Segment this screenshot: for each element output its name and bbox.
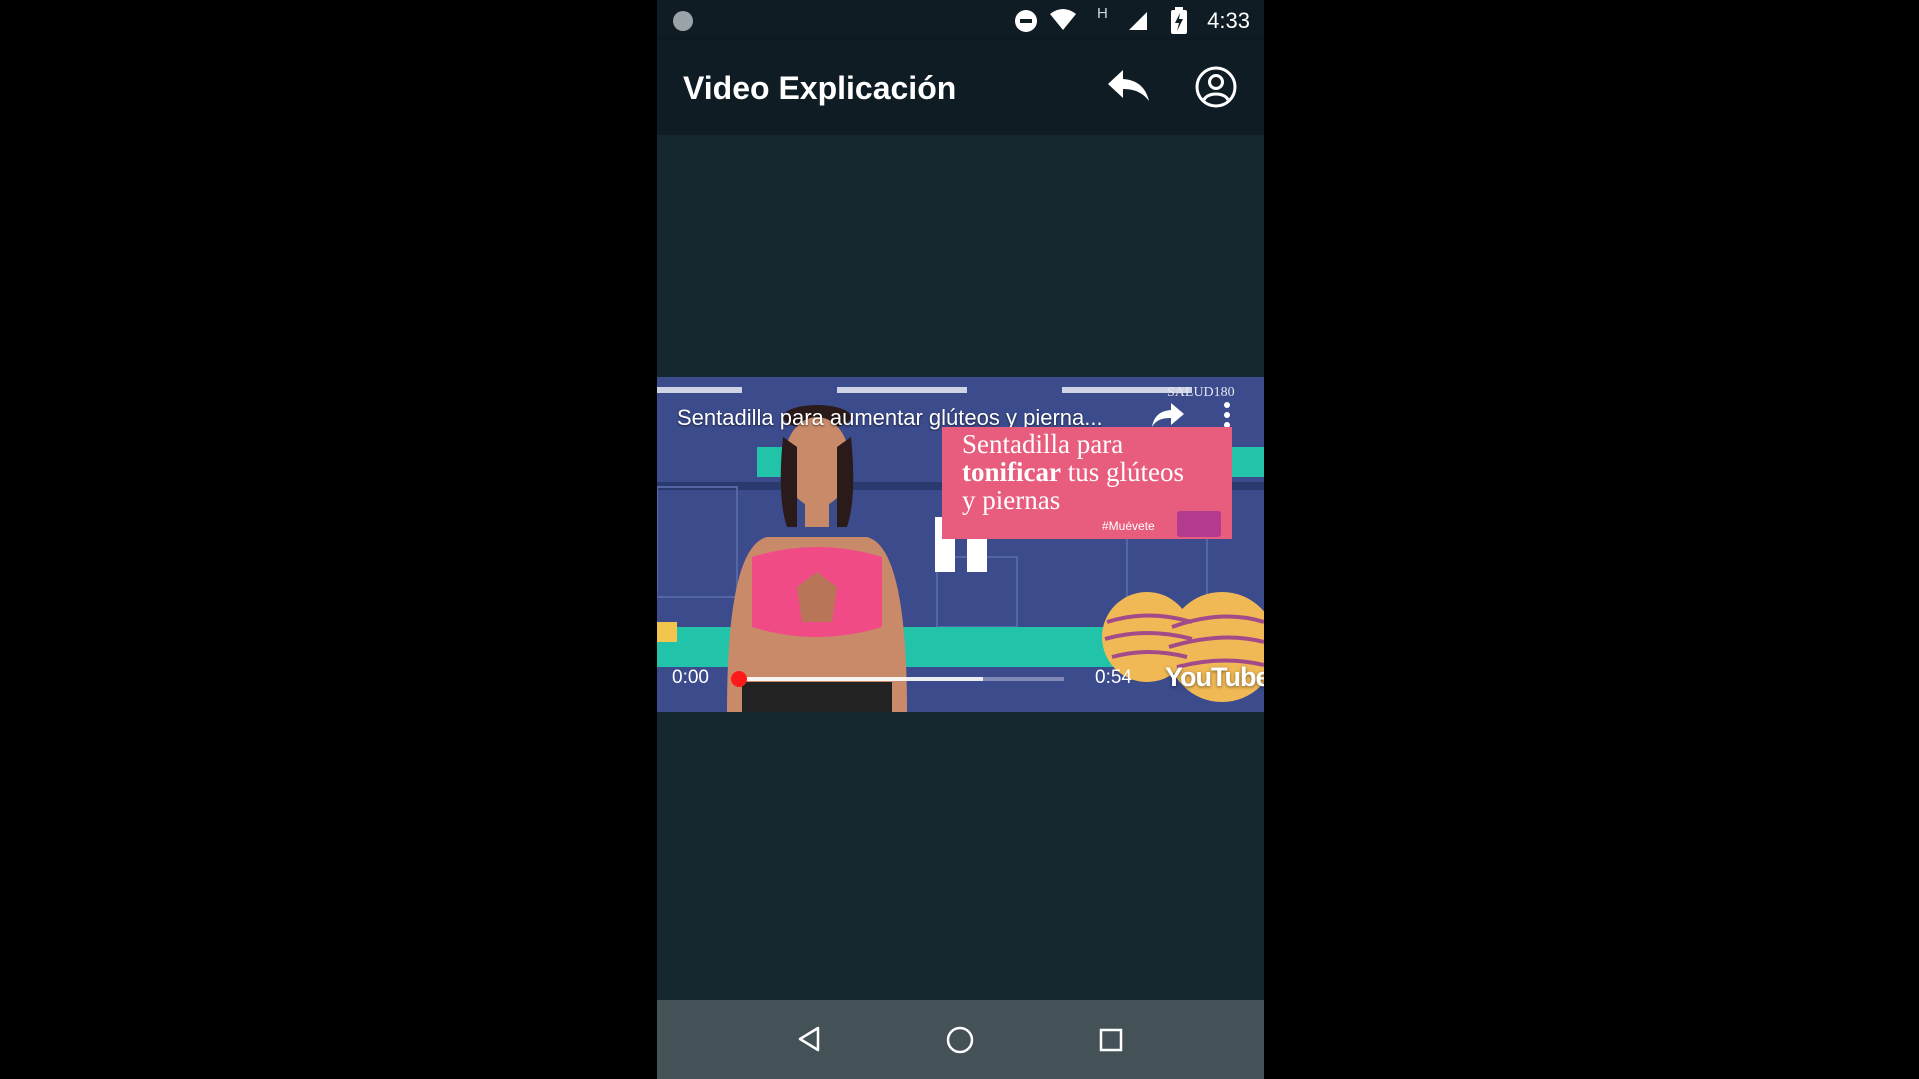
youtube-logo[interactable]: YouTube [1165, 662, 1264, 693]
home-circle-icon[interactable] [945, 1025, 975, 1055]
notification-dot-icon [673, 11, 693, 31]
seek-buffered [739, 677, 983, 681]
promo-line-2: tonificar tus glúteos [962, 457, 1184, 488]
battery-charging-icon [1171, 7, 1187, 34]
account-icon[interactable] [1194, 65, 1238, 109]
seek-thumb[interactable] [731, 671, 747, 687]
channel-watermark: SALUD180 [1167, 385, 1235, 400]
seek-bar[interactable] [739, 677, 1064, 681]
page-title: Video Explicación [683, 70, 957, 106]
wifi-icon [1050, 9, 1076, 30]
status-time: 4:33 [1207, 8, 1250, 33]
current-time: 0:00 [672, 667, 709, 688]
reply-icon[interactable] [1106, 67, 1152, 105]
promo-line-2-bold: tonificar [962, 457, 1061, 487]
back-triangle-icon[interactable] [795, 1025, 823, 1053]
promo-line-1: Sentadilla para [962, 429, 1124, 459]
recents-square-icon[interactable] [1098, 1027, 1124, 1053]
brand-badge [1177, 511, 1221, 537]
promo-line-2-rest: tus glúteos [1060, 457, 1184, 487]
video-player[interactable]: Sentadilla para aumentar glúteos y piern… [657, 377, 1264, 712]
phone-screen: H 4:33 Video Explicación Sentadilla para… [657, 0, 1264, 1079]
do-not-disturb-icon [1015, 10, 1037, 32]
pause-button[interactable] [940, 512, 990, 577]
status-bar: H 4:33 [657, 0, 1264, 40]
share-icon[interactable] [1151, 401, 1185, 429]
app-bar: Video Explicación [657, 40, 1264, 135]
content-area: Sentadilla para aumentar glúteos y piern… [657, 135, 1264, 1000]
promo-hashtag: #Muévete [1102, 519, 1155, 533]
nav-bar [657, 1000, 1264, 1079]
cell-signal-icon [1129, 12, 1147, 30]
total-time: 0:54 [1095, 667, 1132, 688]
network-type-label: H [1097, 5, 1108, 22]
